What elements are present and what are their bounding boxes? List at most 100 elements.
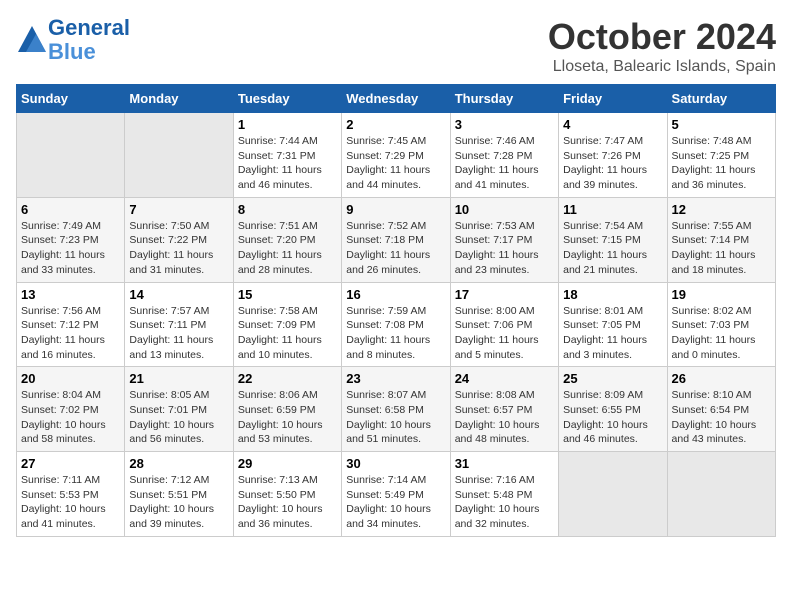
day-info: Sunrise: 7:44 AMSunset: 7:31 PMDaylight:… <box>238 134 337 193</box>
calendar-week-row: 27 Sunrise: 7:11 AMSunset: 5:53 PMDayligh… <box>17 452 776 537</box>
daylight-label: Daylight: 10 hours and 32 minutes. <box>455 503 540 530</box>
month-title: October 2024 <box>548 16 776 58</box>
calendar-header: Sunday Monday Tuesday Wednesday Thursday… <box>17 85 776 113</box>
col-thursday: Thursday <box>450 85 558 113</box>
calendar-week-row: 6Sunrise: 7:49 AMSunset: 7:23 PMDaylight… <box>17 197 776 282</box>
col-saturday: Saturday <box>667 85 775 113</box>
sunset-label: Sunset: 7:05 PM <box>563 319 641 331</box>
calendar-week-row: 1Sunrise: 7:44 AMSunset: 7:31 PMDaylight… <box>17 113 776 198</box>
daylight-label: Daylight: 11 hours and 31 minutes. <box>129 249 213 276</box>
calendar-week-row: 13Sunrise: 7:56 AMSunset: 7:12 PMDayligh… <box>17 282 776 367</box>
day-number: 5 <box>672 117 771 132</box>
daylight-label: Daylight: 10 hours and 46 minutes. <box>563 419 648 446</box>
col-sunday: Sunday <box>17 85 125 113</box>
calendar-cell: 29Sunrise: 7:13 AMSunset: 5:50 PMDayligh… <box>233 452 341 537</box>
sunrise-label: Sunrise: 8:04 AM <box>21 389 101 401</box>
daylight-label: Daylight: 10 hours and 48 minutes. <box>455 419 540 446</box>
daylight-label: Daylight: 11 hours and 16 minutes. <box>21 334 105 361</box>
sunset-label: Sunset: 7:18 PM <box>346 234 424 246</box>
sunset-label: Sunset: 7:15 PM <box>563 234 641 246</box>
sunset-label: Sunset: 7:14 PM <box>672 234 750 246</box>
sunrise-label: Sunrise: 7:55 AM <box>672 220 752 232</box>
sunset-label: Sunset: 6:59 PM <box>238 404 316 416</box>
day-info: Sunrise: 7:51 AMSunset: 7:20 PMDaylight:… <box>238 219 337 278</box>
sunrise-label: Sunrise: 7:52 AM <box>346 220 426 232</box>
daylight-label: Daylight: 11 hours and 46 minutes. <box>238 164 322 191</box>
calendar-body: 1Sunrise: 7:44 AMSunset: 7:31 PMDaylight… <box>17 113 776 537</box>
sunrise-label: Sunrise: 8:07 AM <box>346 389 426 401</box>
day-number: 21 <box>129 371 228 386</box>
day-number: 27 <box>21 456 120 471</box>
calendar-cell: 8Sunrise: 7:51 AMSunset: 7:20 PMDaylight… <box>233 197 341 282</box>
sunrise-label: Sunrise: 8:00 AM <box>455 305 535 317</box>
sunset-label: Sunset: 5:48 PM <box>455 489 533 501</box>
day-info: Sunrise: 8:05 AMSunset: 7:01 PMDaylight:… <box>129 388 228 447</box>
calendar-cell: 11Sunrise: 7:54 AMSunset: 7:15 PMDayligh… <box>559 197 667 282</box>
sunset-label: Sunset: 7:26 PM <box>563 150 641 162</box>
day-info: Sunrise: 7:14 AMSunset: 5:49 PMDaylight:… <box>346 473 445 532</box>
sunset-label: Sunset: 5:50 PM <box>238 489 316 501</box>
day-number: 24 <box>455 371 554 386</box>
day-info: Sunrise: 8:07 AM Sunset: 6:58 PM Daylight:… <box>346 388 445 447</box>
day-info: Sunrise: 7:45 AM Sunset: 7:29 PM Daylight:… <box>346 134 445 193</box>
sunrise-label: Sunrise: 7:57 AM <box>129 305 209 317</box>
sunset-label: Sunset: 6:58 PM <box>346 404 424 416</box>
calendar-cell: 31 Sunrise: 7:16 AMSunset: 5:48 PMDayligh… <box>450 452 558 537</box>
day-info: Sunrise: 8:01 AMSunset: 7:05 PMDaylight:… <box>563 304 662 363</box>
day-number: 30 <box>346 456 445 471</box>
daylight-label: Daylight: 10 hours and 56 minutes. <box>129 419 214 446</box>
day-info: Sunrise: 8:00 AMSunset: 7:06 PMDaylight:… <box>455 304 554 363</box>
day-number: 29 <box>238 456 337 471</box>
sunrise-label: Sunrise: 7:53 AM <box>455 220 535 232</box>
day-number: 26 <box>672 371 771 386</box>
daylight-label: Daylight: 11 hours and 26 minutes. <box>346 249 430 276</box>
day-number: 11 <box>563 202 662 217</box>
day-number: 28 <box>129 456 228 471</box>
day-info: Sunrise: 7:49 AMSunset: 7:23 PMDaylight:… <box>21 219 120 278</box>
day-info: Sunrise: 7:57 AMSunset: 7:11 PMDaylight:… <box>129 304 228 363</box>
sunrise-label: Sunrise: 7:47 AM <box>563 135 643 147</box>
day-number: 15 <box>238 287 337 302</box>
sunset-label: Sunset: 7:03 PM <box>672 319 750 331</box>
calendar-cell <box>125 113 233 198</box>
day-number: 31 <box>455 456 554 471</box>
daylight-label: Daylight: 11 hours and 8 minutes. <box>346 334 430 361</box>
day-number: 17 <box>455 287 554 302</box>
daylight-label: Daylight: 10 hours and 51 minutes. <box>346 419 431 446</box>
calendar-cell: 1Sunrise: 7:44 AMSunset: 7:31 PMDaylight… <box>233 113 341 198</box>
calendar-cell: 7Sunrise: 7:50 AMSunset: 7:22 PMDaylight… <box>125 197 233 282</box>
daylight-label: Daylight: 11 hours and 13 minutes. <box>129 334 213 361</box>
calendar-cell: 12Sunrise: 7:55 AMSunset: 7:14 PMDayligh… <box>667 197 775 282</box>
calendar-cell: 19 Sunrise: 8:02 AMSunset: 7:03 PMDayligh… <box>667 282 775 367</box>
calendar-cell <box>667 452 775 537</box>
day-number: 23 <box>346 371 445 386</box>
sunrise-label: Sunrise: 8:06 AM <box>238 389 318 401</box>
daylight-label: Daylight: 11 hours and 10 minutes. <box>238 334 322 361</box>
daylight-label: Daylight: 10 hours and 53 minutes. <box>238 419 323 446</box>
daylight-label: Daylight: 11 hours and 21 minutes. <box>563 249 647 276</box>
sunset-label: Sunset: 7:25 PM <box>672 150 750 162</box>
day-info: Sunrise: 8:02 AMSunset: 7:03 PMDaylight:… <box>672 304 771 363</box>
sunset-label: Sunset: 7:22 PM <box>129 234 207 246</box>
sunrise-label: Sunrise: 8:01 AM <box>563 305 643 317</box>
sunset-label: Sunset: 7:29 PM <box>346 150 424 162</box>
daylight-label: Daylight: 11 hours and 44 minutes. <box>346 164 430 191</box>
days-of-week-row: Sunday Monday Tuesday Wednesday Thursday… <box>17 85 776 113</box>
sunset-label: Sunset: 7:06 PM <box>455 319 533 331</box>
day-info: Sunrise: 7:53 AMSunset: 7:17 PMDaylight:… <box>455 219 554 278</box>
day-number: 19 <box>672 287 771 302</box>
day-info: Sunrise: 7:11 AMSunset: 5:53 PMDaylight:… <box>21 473 120 532</box>
day-info: Sunrise: 7:16 AMSunset: 5:48 PMDaylight:… <box>455 473 554 532</box>
daylight-label: Daylight: 11 hours and 33 minutes. <box>21 249 105 276</box>
calendar-week-row: 20Sunrise: 8:04 AMSunset: 7:02 PMDayligh… <box>17 367 776 452</box>
calendar-cell: 23 Sunrise: 8:07 AM Sunset: 6:58 PM Dayligh… <box>342 367 450 452</box>
day-info: Sunrise: 8:09 AMSunset: 6:55 PMDaylight:… <box>563 388 662 447</box>
calendar-cell: 15Sunrise: 7:58 AMSunset: 7:09 PMDayligh… <box>233 282 341 367</box>
day-number: 14 <box>129 287 228 302</box>
sunrise-label: Sunrise: 8:08 AM <box>455 389 535 401</box>
calendar-cell: 6Sunrise: 7:49 AMSunset: 7:23 PMDaylight… <box>17 197 125 282</box>
sunrise-label: Sunrise: 7:49 AM <box>21 220 101 232</box>
sunrise-label: Sunrise: 7:45 AM <box>346 135 426 147</box>
daylight-label: Daylight: 11 hours and 0 minutes. <box>672 334 756 361</box>
day-info: Sunrise: 7:52 AM Sunset: 7:18 PM Daylight:… <box>346 219 445 278</box>
